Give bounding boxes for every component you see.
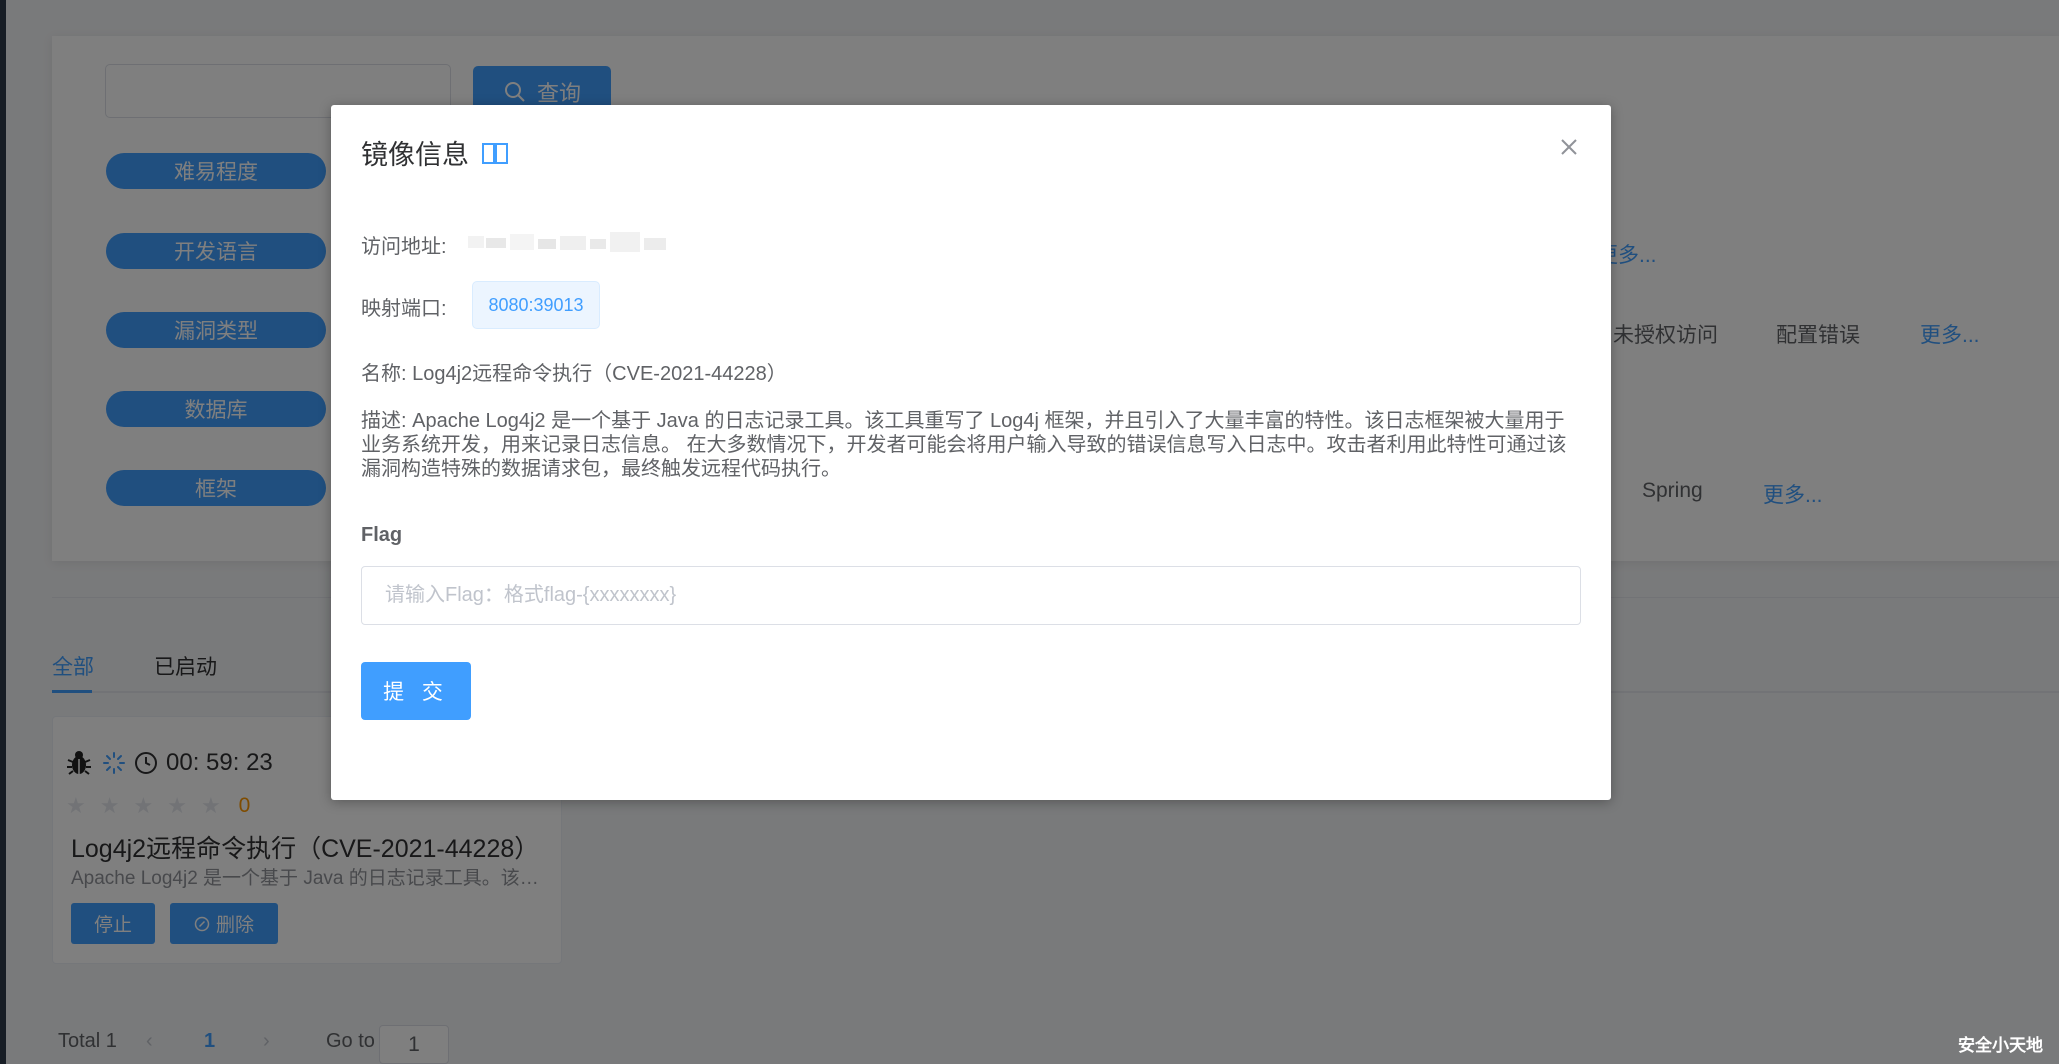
flag-input[interactable] (361, 566, 1581, 625)
redacted-address (458, 226, 673, 256)
watermark: 安全小天地 (1958, 1036, 2043, 1055)
vuln-name: 名称: Log4j2远程命令执行（CVE-2021-44228） (361, 363, 787, 385)
book-icon[interactable] (481, 141, 509, 165)
dialog-title: 镜像信息 (361, 133, 509, 172)
access-address-label: 访问地址: (361, 236, 447, 258)
vuln-description: 描述: Apache Log4j2 是一个基于 Java 的日志记录工具。该工具… (361, 410, 1567, 480)
image-info-dialog: 镜像信息 访问地址: 映射端口: 8080:39013 名称: Log4j2远程… (331, 105, 1611, 800)
mapped-port-tag: 8080:39013 (472, 281, 600, 329)
flag-label: Flag (361, 524, 403, 546)
dialog-title-text: 镜像信息 (361, 140, 469, 170)
submit-button[interactable]: 提 交 (361, 662, 471, 720)
close-icon[interactable] (1557, 135, 1581, 159)
mapped-port-label: 映射端口: (361, 298, 447, 320)
